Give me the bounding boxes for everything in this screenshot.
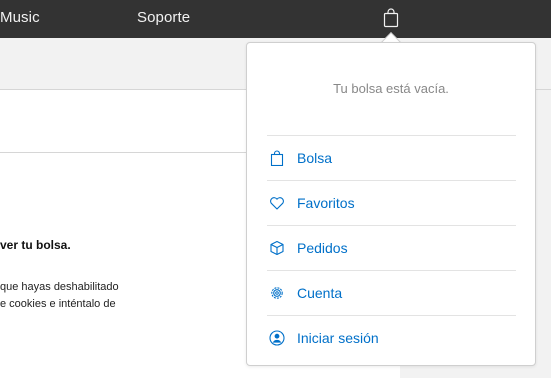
menu-item-label: Pedidos (297, 240, 348, 256)
bag-menu: Bolsa Favoritos Pedidos Cuenta Iniciar s… (267, 135, 516, 360)
nav-item-soporte[interactable]: Soporte (137, 9, 190, 26)
menu-item-label: Favoritos (297, 195, 355, 211)
heart-icon (269, 195, 285, 211)
menu-item-label: Cuenta (297, 285, 343, 301)
gear-icon (269, 285, 285, 301)
menu-item-favoritos[interactable]: Favoritos (267, 180, 516, 225)
bag-icon[interactable] (382, 8, 400, 28)
content-divider (0, 152, 246, 153)
bag-icon (269, 150, 285, 167)
menu-item-bolsa[interactable]: Bolsa (267, 135, 516, 180)
box-icon (269, 240, 285, 256)
global-nav: Music Soporte (0, 0, 551, 38)
bag-heading-fragment: ver tu bolsa. (0, 238, 71, 252)
menu-item-iniciar-sesion[interactable]: Iniciar sesión (267, 315, 516, 360)
nav-item-music[interactable]: Music (0, 9, 40, 26)
menu-item-label: Iniciar sesión (297, 330, 379, 346)
bag-dropdown: Tu bolsa está vacía. Bolsa Favoritos Ped… (246, 42, 536, 366)
body-text-line: e cookies e inténtalo de (0, 298, 116, 310)
body-text-line: que hayas deshabilitado (0, 281, 119, 293)
menu-item-cuenta[interactable]: Cuenta (267, 270, 516, 315)
menu-item-pedidos[interactable]: Pedidos (267, 225, 516, 270)
menu-item-label: Bolsa (297, 150, 333, 166)
empty-bag-message: Tu bolsa está vacía. (333, 81, 449, 96)
user-icon (269, 330, 285, 346)
